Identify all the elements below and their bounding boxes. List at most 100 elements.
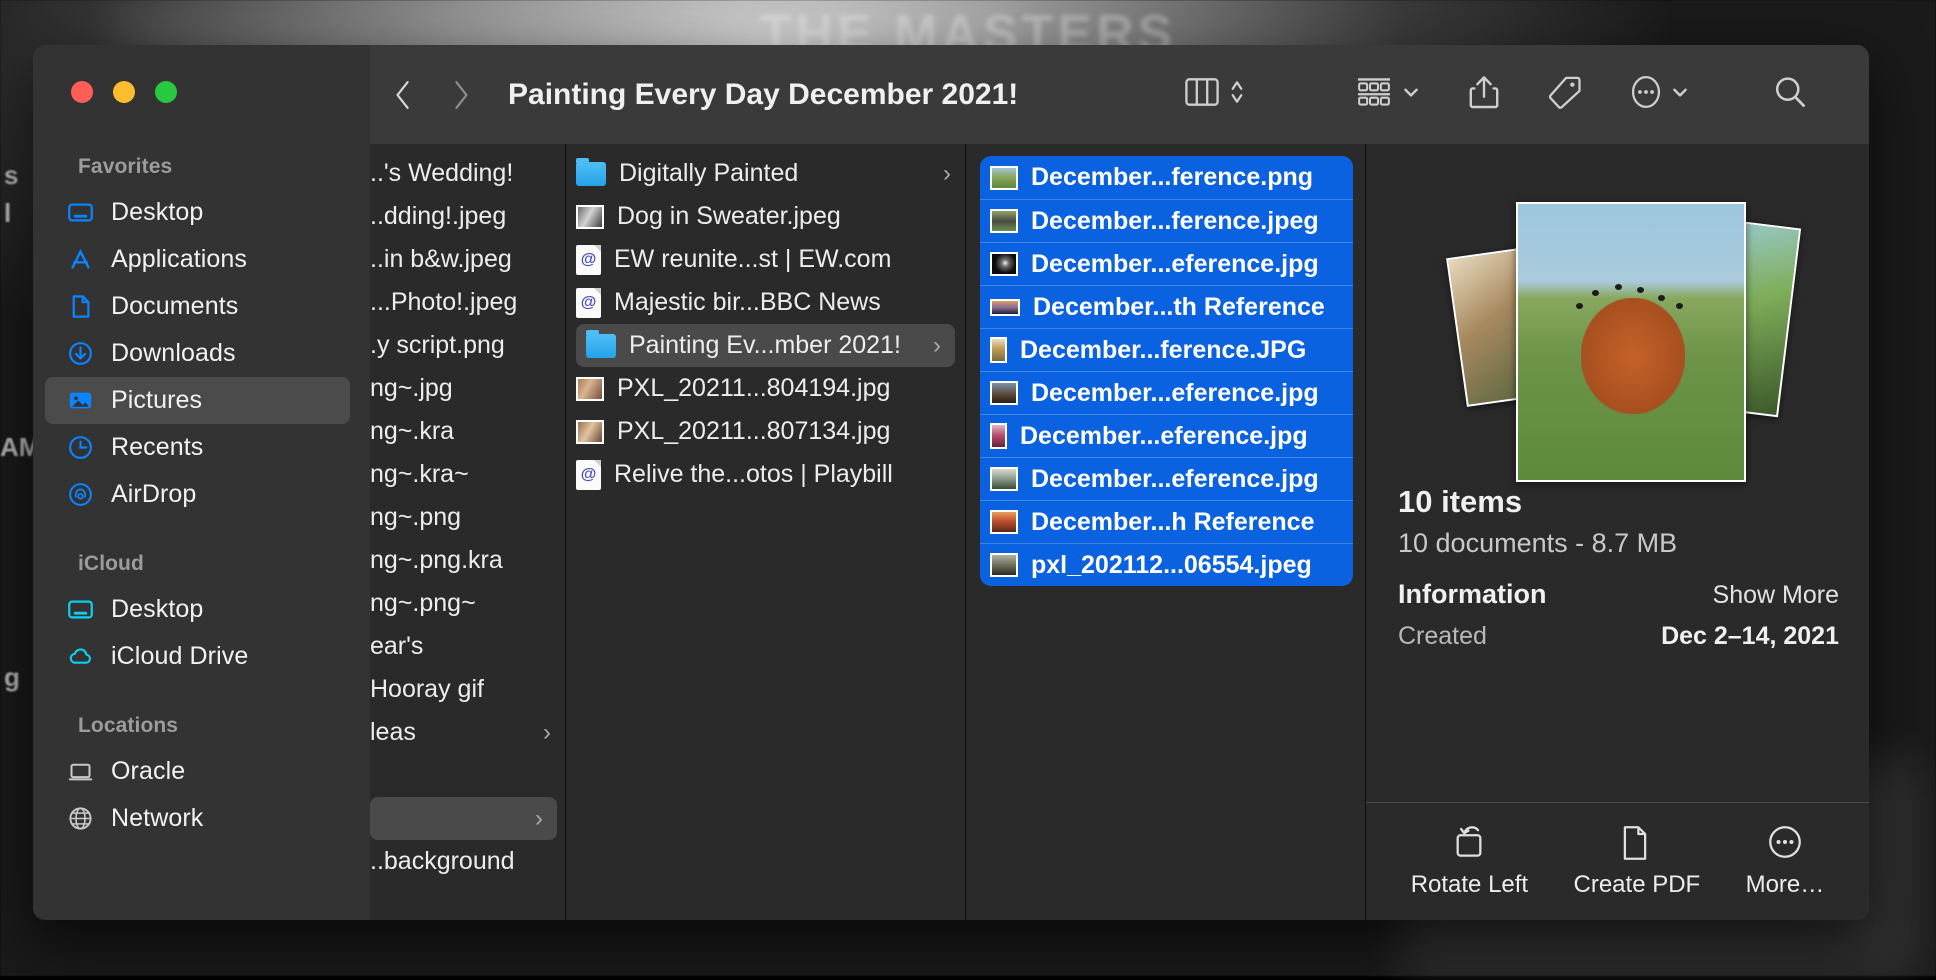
- view-mode-button[interactable]: [1160, 68, 1269, 122]
- file-name: Painting Ev...mber 2021!: [629, 331, 901, 360]
- list-item[interactable]: leas ›: [370, 711, 565, 754]
- list-item[interactable]: ...Photo!.jpeg: [370, 281, 565, 324]
- list-item[interactable]: ng~.png.kra: [370, 539, 565, 582]
- sidebar-item-pictures[interactable]: Pictures: [45, 377, 350, 424]
- list-item-selected[interactable]: December...ference.JPG: [980, 328, 1353, 371]
- list-item[interactable]: @ Majestic bir...BBC News: [566, 281, 965, 324]
- chevron-right-icon: ›: [943, 162, 951, 186]
- back-button[interactable]: [392, 78, 414, 112]
- action-label: Create PDF: [1574, 871, 1701, 899]
- sidebar-item-label: iCloud Drive: [111, 642, 248, 671]
- preview-image-main: [1516, 202, 1746, 482]
- list-item[interactable]: ng~.png~: [370, 582, 565, 625]
- file-name: December...eference.jpg: [1031, 379, 1319, 408]
- forward-button[interactable]: [450, 78, 472, 112]
- list-item[interactable]: ng~.jpg: [370, 367, 565, 410]
- photo-thumbnail: [990, 423, 1007, 449]
- list-item[interactable]: @ Relive the...otos | Playbill: [566, 453, 965, 496]
- more-actions-button[interactable]: [1606, 68, 1713, 122]
- file-name: ng~.jpg: [370, 374, 453, 403]
- sidebar-item-label: Applications: [111, 245, 247, 274]
- list-item-selected[interactable]: pxl_202112...06554.jpeg: [980, 543, 1353, 586]
- folder-icon: [586, 334, 616, 358]
- list-item-selected[interactable]: ›: [370, 797, 557, 840]
- desktop-icon: [67, 596, 94, 623]
- search-button[interactable]: [1749, 68, 1831, 122]
- rotate-left-button[interactable]: Rotate Left: [1411, 825, 1528, 899]
- sidebar-item-label: Oracle: [111, 757, 185, 786]
- list-item-selected[interactable]: December...th Reference: [980, 285, 1353, 328]
- list-item[interactable]: Digitally Painted ›: [566, 152, 965, 195]
- file-name: Hooray gif: [370, 675, 484, 704]
- column-1[interactable]: ..'s Wedding! ..dding!.jpeg ..in b&w.jpe…: [370, 144, 566, 920]
- sidebar-item-applications[interactable]: Applications: [45, 236, 350, 283]
- document-icon: [67, 293, 94, 320]
- desktop-label-1: s: [4, 160, 18, 191]
- more-button[interactable]: More…: [1746, 825, 1825, 899]
- list-item-selected[interactable]: December...ference.jpeg: [980, 199, 1353, 242]
- list-item-selected[interactable]: December...h Reference: [980, 500, 1353, 543]
- desktop-icon: [67, 199, 94, 226]
- list-item[interactable]: @ EW reunite...st | EW.com: [566, 238, 965, 281]
- file-name: Digitally Painted: [619, 159, 798, 188]
- sidebar-item-label: Desktop: [111, 595, 203, 624]
- photo-thumbnail: [990, 252, 1018, 276]
- file-name: EW reunite...st | EW.com: [614, 245, 891, 274]
- close-button[interactable]: [71, 81, 93, 103]
- file-name: ..'s Wedding!: [370, 159, 513, 188]
- list-item[interactable]: .y script.png: [370, 324, 565, 367]
- share-button[interactable]: [1444, 68, 1524, 122]
- sidebar-item-documents[interactable]: Documents: [45, 283, 350, 330]
- list-item-selected[interactable]: December...eference.jpg: [980, 371, 1353, 414]
- sidebar-item-recents[interactable]: Recents: [45, 424, 350, 471]
- list-item[interactable]: ng~.png: [370, 496, 565, 539]
- file-name: ..dding!.jpeg: [370, 202, 506, 231]
- sidebar-section-favorites: Favorites: [33, 147, 370, 189]
- sidebar-item-label: Pictures: [111, 386, 202, 415]
- sidebar-item-network[interactable]: Network: [45, 795, 350, 842]
- list-item-selected[interactable]: December...ference.png: [980, 156, 1353, 199]
- sidebar-item-downloads[interactable]: Downloads: [45, 330, 350, 377]
- list-item[interactable]: Hooray gif: [370, 668, 565, 711]
- info-row: Created Dec 2–14, 2021: [1398, 622, 1839, 651]
- file-name: ...Photo!.jpeg: [370, 288, 517, 317]
- list-item[interactable]: [370, 754, 565, 797]
- file-name: ng~.kra: [370, 417, 454, 446]
- sidebar-item-list: Favorites Desktop Applications: [33, 144, 370, 920]
- list-item[interactable]: Dog in Sweater.jpeg: [566, 195, 965, 238]
- sidebar-item-airdrop[interactable]: AirDrop: [45, 471, 350, 518]
- sidebar-item-icloud-desktop[interactable]: Desktop: [45, 586, 350, 633]
- maximize-button[interactable]: [155, 81, 177, 103]
- list-item-selected[interactable]: Painting Ev...mber 2021! ›: [576, 324, 955, 367]
- list-item[interactable]: ..in b&w.jpeg: [370, 238, 565, 281]
- list-item-selected[interactable]: December...eference.jpg: [980, 414, 1353, 457]
- sidebar-item-desktop[interactable]: Desktop: [45, 189, 350, 236]
- tag-button[interactable]: [1524, 68, 1606, 122]
- list-item-selected[interactable]: December...eference.jpg: [980, 242, 1353, 285]
- list-item[interactable]: ear's: [370, 625, 565, 668]
- file-name: December...eference.jpg: [1031, 250, 1319, 279]
- column-2[interactable]: Digitally Painted › Dog in Sweater.jpeg …: [566, 144, 966, 920]
- sidebar-item-oracle[interactable]: Oracle: [45, 748, 350, 795]
- list-item[interactable]: ng~.kra: [370, 410, 565, 453]
- sidebar-item-icloud-drive[interactable]: iCloud Drive: [45, 633, 350, 680]
- create-pdf-button[interactable]: Create PDF: [1574, 825, 1701, 899]
- show-more-button[interactable]: Show More: [1713, 581, 1839, 610]
- list-item-selected[interactable]: December...eference.jpg: [980, 457, 1353, 500]
- list-item[interactable]: ..dding!.jpeg: [370, 195, 565, 238]
- sidebar-titlebar: [33, 45, 370, 144]
- list-item[interactable]: PXL_20211...804194.jpg: [566, 367, 965, 410]
- list-item[interactable]: ..'s Wedding!: [370, 152, 565, 195]
- list-item[interactable]: PXL_20211...807134.jpg: [566, 410, 965, 453]
- column-3[interactable]: December...ference.png December...ferenc…: [966, 144, 1366, 920]
- more-ellipsis-icon: [1630, 74, 1662, 115]
- list-item[interactable]: ng~.kra~: [370, 453, 565, 496]
- chevron-right-icon: ›: [933, 334, 941, 358]
- photo-thumbnail: [576, 377, 604, 401]
- list-item[interactable]: ..background: [370, 840, 565, 883]
- group-items-button[interactable]: [1331, 68, 1444, 122]
- file-name: pxl_202112...06554.jpeg: [1031, 551, 1312, 580]
- applications-icon: [67, 246, 94, 273]
- minimize-button[interactable]: [113, 81, 135, 103]
- file-name: December...ference.JPG: [1020, 336, 1306, 365]
